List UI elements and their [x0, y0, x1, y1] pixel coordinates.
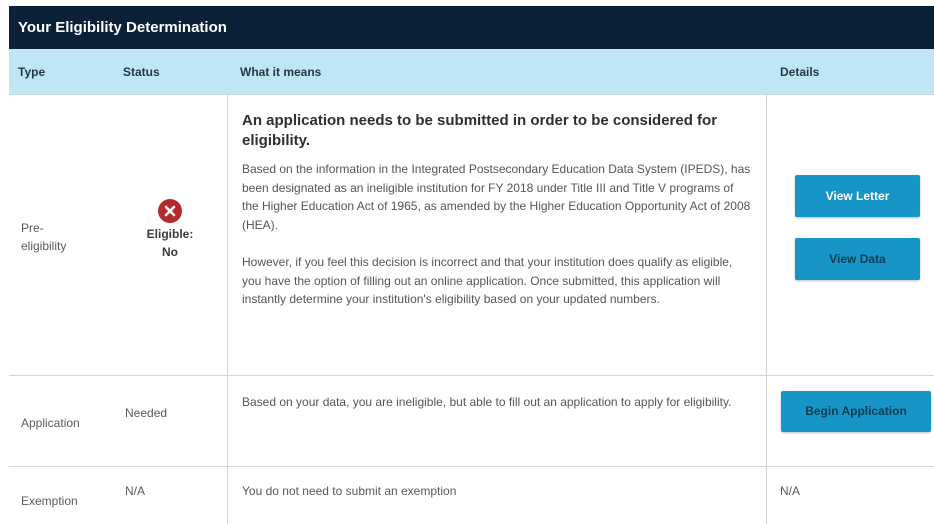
begin-application-button[interactable]: Begin Application — [781, 391, 931, 432]
eligibility-heading: An application needs to be submitted in … — [242, 112, 718, 149]
eligibility-description: Based on the information in the Integrat… — [242, 162, 751, 232]
table-row: Exemption N/A You do not need to submit … — [9, 467, 934, 524]
header-what-it-means: What it means — [240, 65, 322, 79]
column-divider — [227, 376, 228, 466]
eligibility-option-text: However, if you feel this decision is in… — [242, 255, 733, 306]
row-type: Application — [21, 416, 80, 430]
table-row: Application Needed Based on your data, y… — [9, 376, 934, 467]
view-letter-button[interactable]: View Letter — [795, 175, 920, 217]
panel-title: Your Eligibility Determination — [9, 6, 934, 49]
row-type: Exemption — [21, 494, 78, 508]
column-divider — [766, 95, 767, 375]
header-details: Details — [780, 65, 820, 79]
row-status: N/A — [125, 484, 146, 498]
x-circle-icon — [158, 199, 182, 223]
row-details: N/A — [780, 484, 801, 498]
status-value: No — [162, 245, 178, 259]
header-status: Status — [123, 65, 160, 79]
row-description: Based on your data, you are ineligible, … — [242, 395, 732, 409]
table-row: Pre- eligibility Eligible: No An applica… — [9, 95, 934, 376]
row-description: You do not need to submit an exemption — [242, 484, 457, 498]
header-type: Type — [18, 65, 46, 79]
table-header: Type Status What it means Details — [9, 49, 934, 95]
column-divider — [766, 376, 767, 466]
what-it-means-content: An application needs to be submitted in … — [242, 111, 752, 309]
column-divider — [766, 467, 767, 524]
column-divider — [227, 467, 228, 524]
row-status: Needed — [125, 406, 168, 420]
column-divider — [227, 95, 228, 375]
row-type: Pre- eligibility — [21, 221, 67, 253]
status-label: Eligible: — [146, 227, 194, 241]
view-data-button[interactable]: View Data — [795, 238, 920, 280]
eligibility-panel: Your Eligibility Determination Type Stat… — [9, 6, 934, 524]
